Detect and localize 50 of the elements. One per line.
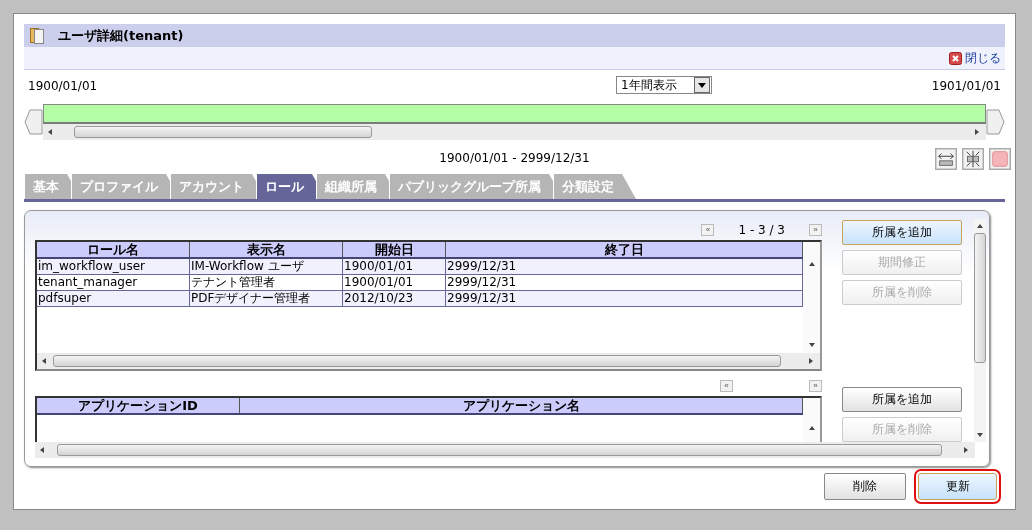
arrow-up-icon[interactable]	[976, 222, 984, 230]
action-button[interactable]: 所属を追加	[842, 387, 962, 412]
arrow-left-icon[interactable]	[39, 446, 47, 454]
start-date: 1900/01/01	[28, 79, 98, 93]
vertical-scrollbar[interactable]	[803, 398, 820, 442]
close-icon[interactable]	[949, 51, 962, 65]
horizontal-scrollbar[interactable]	[37, 353, 820, 369]
next-page-button[interactable]: »	[809, 223, 822, 236]
arrow-up-icon[interactable]	[807, 260, 816, 268]
table-cell: im_workflow_user	[37, 259, 190, 274]
column-header: ロール名	[37, 242, 190, 257]
dropdown-arrow-icon[interactable]	[698, 82, 706, 88]
shrink-icon[interactable]	[962, 148, 984, 170]
table-cell: 1900/01/01	[343, 275, 446, 290]
vertical-scrollbar[interactable]	[974, 219, 986, 442]
previous-page-button[interactable]: «	[720, 379, 733, 392]
arrow-left-icon[interactable]	[41, 357, 49, 365]
action-button[interactable]: 削除	[824, 473, 906, 500]
page-indicator: 1 - 3 / 3	[738, 222, 785, 237]
table-cell: tenant_manager	[37, 275, 190, 290]
horizontal-scrollbar[interactable]	[35, 442, 975, 458]
end-date: 1901/01/01	[931, 79, 1001, 93]
period-select[interactable]: 1年間表示	[616, 76, 712, 94]
window-title: ユーザ詳細(tenant)	[58, 26, 184, 45]
table-cell: テナント管理者	[190, 275, 343, 290]
arrow-down-icon[interactable]	[976, 431, 984, 439]
table-cell: pdfsuper	[37, 291, 190, 306]
arrow-up-icon[interactable]	[807, 424, 816, 432]
date-range: 1900/01/01 - 2999/12/31	[439, 151, 590, 165]
column-header: アプリケーションID	[37, 398, 240, 413]
arrow-down-icon[interactable]	[807, 341, 816, 349]
scrollbar-thumb[interactable]	[74, 126, 372, 138]
close-link[interactable]: 閉じる	[965, 49, 1001, 67]
document-icon	[30, 27, 44, 44]
column-header: 開始日	[343, 242, 446, 257]
column-header: 表示名	[190, 242, 343, 257]
previous-page-button[interactable]: «	[701, 223, 715, 236]
action-button[interactable]: 所属を追加	[842, 220, 962, 245]
table-cell: PDFデザイナー管理者	[190, 291, 343, 306]
table-cell: 2012/10/23	[343, 291, 446, 306]
table-cell: 1900/01/01	[343, 259, 446, 274]
table-cell: IM-Workflow ユーザ	[190, 259, 343, 274]
scrollbar-thumb[interactable]	[974, 233, 986, 363]
next-page-button[interactable]: »	[809, 379, 822, 392]
arrow-left-icon[interactable]	[47, 128, 55, 136]
expand-icon[interactable]	[935, 148, 957, 170]
horizontal-scrollbar[interactable]	[43, 124, 986, 140]
scrollbar-thumb[interactable]	[57, 444, 942, 456]
scrollbar-thumb[interactable]	[53, 355, 781, 367]
vertical-scrollbar[interactable]	[803, 242, 820, 353]
